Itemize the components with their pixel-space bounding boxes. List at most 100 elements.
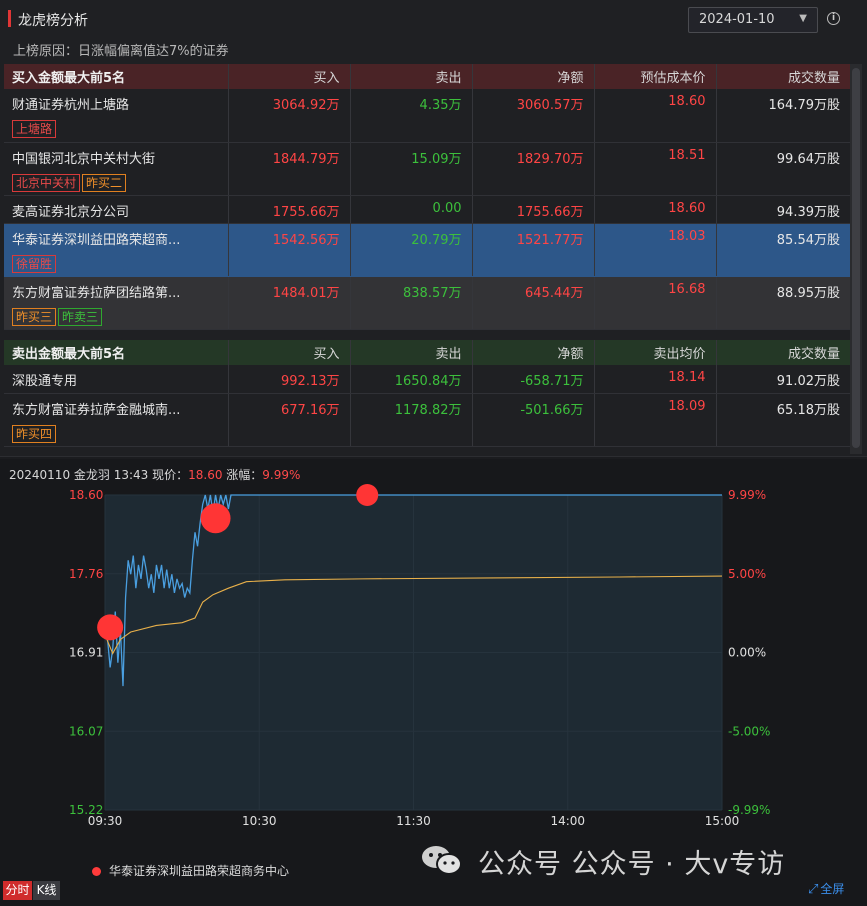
- buy-amount: 992.13万: [228, 365, 351, 394]
- x-tick-label: 10:30: [242, 814, 277, 828]
- net-amount: 1521.77万: [472, 223, 595, 277]
- broker-cell: 中国银河北京中关村大街 北京中关村 昨买二: [4, 142, 229, 196]
- sell-amount: 1178.82万: [350, 393, 473, 447]
- table-row[interactable]: 深股通专用 992.13万 1650.84万 -658.71万 18.14 91.02万股: [4, 365, 850, 394]
- volume: 99.64万股: [716, 142, 850, 196]
- avg-sell-price: 18.14: [594, 365, 717, 394]
- volume: 65.18万股: [716, 393, 850, 447]
- col-header-net[interactable]: 净额: [472, 64, 595, 89]
- buy-section-title: 买入金额最大前5名: [4, 64, 229, 89]
- table-row[interactable]: 财通证券杭州上塘路 上塘路 3064.92万 4.35万 3060.57万 18.60 16…: [4, 89, 850, 143]
- intraday-chart[interactable]: 18.60 9.99% 17.76 5.00% 16.91 0.00% 16.07 -5.00…: [0, 459, 867, 906]
- broker-tag[interactable]: 北京中关村: [12, 173, 81, 192]
- date-select[interactable]: 2024-01-10 ▼: [688, 7, 818, 33]
- broker-cell: 财通证券杭州上塘路 上塘路: [4, 89, 229, 143]
- sell-top5-table: 卖出金额最大前5名 买入 卖出 净额 卖出均价 成交数量 深股通专用 992.13…: [4, 340, 850, 447]
- cost-price: 18.60: [594, 195, 717, 224]
- col-header-avg-price[interactable]: 卖出均价: [594, 340, 717, 365]
- legend-marker-dot: [92, 867, 101, 876]
- scrollbar[interactable]: [850, 64, 862, 454]
- y-left-tick-label: 16.91: [69, 646, 103, 660]
- broker-cell: 东方财富证券拉萨金融城南... 昨买四: [4, 393, 229, 447]
- buy-amount: 1844.79万: [228, 142, 351, 196]
- broker-tag[interactable]: 上塘路: [12, 120, 57, 138]
- sell-amount: 0.00: [350, 195, 473, 224]
- table-row[interactable]: 麦高证券北京分公司 1755.66万 0.00 1755.66万 18.60 94.39万…: [4, 195, 850, 224]
- y-right-tick-label: -5.00%: [728, 724, 770, 738]
- table-row[interactable]: 中国银河北京中关村大街 北京中关村 昨买二 1844.79万 15.09万 1829.70…: [4, 142, 850, 196]
- broker-tag[interactable]: 昨卖三: [58, 307, 103, 326]
- buy-amount: 1755.66万: [228, 195, 351, 224]
- net-amount: 1829.70万: [472, 142, 595, 196]
- buy-table-header: 买入金额最大前5名 买入 卖出 净额 预估成本价 成交数量: [4, 64, 850, 89]
- col-header-volume[interactable]: 成交数量: [716, 64, 850, 89]
- broker-name[interactable]: 东方财富证券拉萨金融城南...: [12, 399, 227, 418]
- buy-amount: 677.16万: [228, 393, 351, 447]
- title-bar: 龙虎榜分析 2024-01-10 ▼ i: [0, 0, 867, 36]
- col-header-buy[interactable]: 买入: [228, 64, 351, 89]
- buy-amount: 1542.56万: [228, 223, 351, 277]
- sell-amount: 20.79万: [350, 223, 473, 277]
- tab-kline[interactable]: K线: [33, 881, 60, 900]
- col-header-volume[interactable]: 成交数量: [716, 340, 850, 365]
- col-header-sell[interactable]: 卖出: [350, 64, 473, 89]
- volume: 85.54万股: [716, 223, 850, 277]
- watermark-text: 公众号 公众号 · 大v专访: [478, 849, 786, 880]
- current-price: 18.60: [188, 468, 223, 482]
- col-header-cost[interactable]: 预估成本价: [594, 64, 717, 89]
- date-value: 2024-01-10: [699, 12, 775, 27]
- cost-price: 16.68: [594, 276, 717, 330]
- legend-label: 华泰证券深圳益田路荣超商务中心: [109, 864, 290, 878]
- fullscreen-button[interactable]: ⤢ 全屏: [808, 880, 844, 897]
- broker-cell: 东方财富证券拉萨团结路第... 昨买三 昨卖三: [4, 276, 229, 330]
- volume: 164.79万股: [716, 89, 850, 143]
- broker-name[interactable]: 东方财富证券拉萨团结路第...: [12, 282, 227, 301]
- volume: 91.02万股: [716, 365, 850, 394]
- col-header-net[interactable]: 净额: [472, 340, 595, 365]
- table-row[interactable]: 东方财富证券拉萨金融城南... 昨买四 677.16万 1178.82万 -501.66…: [4, 393, 850, 447]
- scroll-thumb[interactable]: [852, 68, 860, 448]
- broker-cell: 深股通专用: [4, 365, 229, 394]
- change-label: 涨幅：: [222, 468, 263, 482]
- y-right-tick-label: 5.00%: [728, 567, 766, 581]
- y-left-tick-label: 17.76: [69, 567, 103, 581]
- broker-name[interactable]: 麦高证券北京分公司: [12, 201, 227, 220]
- net-amount: 3060.57万: [472, 89, 595, 143]
- broker-tags: 昨买四: [12, 424, 227, 443]
- table-row[interactable]: 华泰证券深圳益田路荣超商... 徐留胜 1542.56万 20.79万 1521.77万…: [4, 223, 850, 277]
- y-right-tick-label: 9.99%: [728, 488, 766, 502]
- sell-table-header: 卖出金额最大前5名 买入 卖出 净额 卖出均价 成交数量: [4, 340, 850, 365]
- panel-title: 龙虎榜分析: [18, 13, 88, 29]
- intraday-chart-panel: 18.60 9.99% 17.76 5.00% 16.91 0.00% 16.07 -5.00…: [0, 459, 867, 906]
- sell-amount: 838.57万: [350, 276, 473, 330]
- y-left-tick-label: 18.60: [69, 488, 103, 502]
- info-icon[interactable]: i: [827, 12, 840, 25]
- col-header-buy[interactable]: 买入: [228, 340, 351, 365]
- broker-name[interactable]: 中国银河北京中关村大街: [12, 148, 227, 167]
- trade-marker: [200, 503, 231, 534]
- broker-tag[interactable]: 徐留胜: [12, 254, 57, 273]
- broker-tag[interactable]: 昨买二: [82, 173, 127, 192]
- broker-tags: 徐留胜: [12, 254, 227, 273]
- sell-amount: 15.09万: [350, 142, 473, 196]
- trade-marker: [97, 614, 124, 641]
- y-left-tick-label: 16.07: [69, 724, 103, 738]
- title-accent-bar: [8, 10, 11, 27]
- broker-tags: 昨买三 昨卖三: [12, 307, 227, 326]
- y-right-tick-label: 0.00%: [728, 646, 766, 660]
- net-amount: 1755.66万: [472, 195, 595, 224]
- broker-name[interactable]: 深股通专用: [12, 370, 227, 389]
- broker-tag[interactable]: 昨买三: [12, 307, 57, 326]
- net-amount: -501.66万: [472, 393, 595, 447]
- table-row[interactable]: 东方财富证券拉萨团结路第... 昨买三 昨卖三 1484.01万 838.57万 645.…: [4, 276, 850, 330]
- broker-name[interactable]: 华泰证券深圳益田路荣超商...: [12, 229, 227, 248]
- chart-legend: 华泰证券深圳益田路荣超商务中心: [92, 862, 289, 879]
- volume: 94.39万股: [716, 195, 850, 224]
- col-header-sell[interactable]: 卖出: [350, 340, 473, 365]
- x-tick-label: 14:00: [550, 814, 585, 828]
- broker-name[interactable]: 财通证券杭州上塘路: [12, 94, 227, 113]
- broker-tags: 北京中关村 昨买二: [12, 173, 227, 192]
- tab-timeshare[interactable]: 分时: [3, 881, 32, 900]
- listing-reason: 上榜原因：日涨幅偏离值达7%的证券: [13, 44, 229, 59]
- broker-tag[interactable]: 昨买四: [12, 424, 57, 443]
